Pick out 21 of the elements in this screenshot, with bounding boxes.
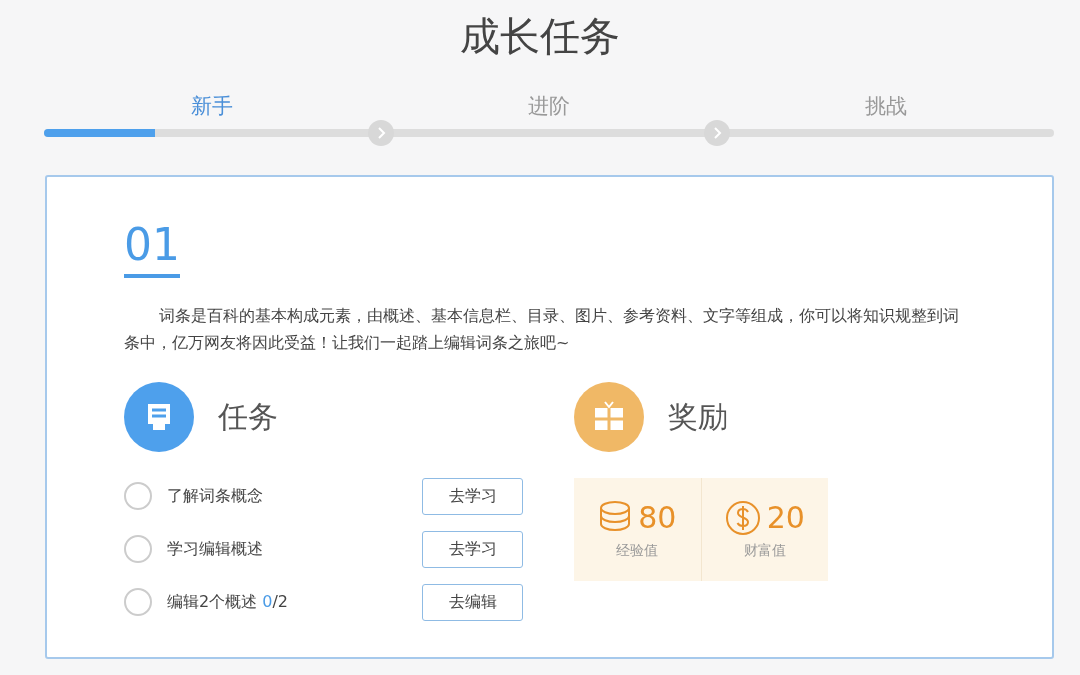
document-icon [124, 382, 194, 452]
task-radio[interactable] [124, 535, 152, 563]
task-label: 编辑2个概述 0/2 [167, 591, 290, 613]
task-action-button[interactable]: 去学习 [422, 530, 523, 568]
task-action-button[interactable]: 去编辑 [422, 583, 523, 621]
task-label: 了解词条概念 [167, 485, 264, 507]
dollar-coin-icon [724, 499, 761, 536]
reward-value: 80 [638, 500, 677, 535]
page-title: 成长任务 [459, 12, 621, 61]
task-radio[interactable] [124, 482, 152, 510]
reward-label: 财富值 [743, 541, 786, 560]
task-action-button[interactable]: 去学习 [422, 477, 523, 515]
rewards-heading: 奖励 [668, 397, 728, 436]
stage-number: 01 [124, 221, 180, 278]
reward-value: 20 [766, 500, 805, 535]
gift-icon [574, 382, 644, 452]
task-radio[interactable] [124, 588, 152, 616]
stage-description: 词条是百科的基本构成元素，由概述、基本信息栏、目录、图片、参考资料、文字等组成，你可以将知识规整到词条中，亿万网友将因此受益！让我们一起踏上编辑词条之旅吧~ [124, 305, 961, 354]
reward-label: 经验值 [616, 541, 659, 560]
task-label: 学习编辑概述 [167, 538, 264, 560]
tasks-heading: 任务 [218, 397, 278, 436]
